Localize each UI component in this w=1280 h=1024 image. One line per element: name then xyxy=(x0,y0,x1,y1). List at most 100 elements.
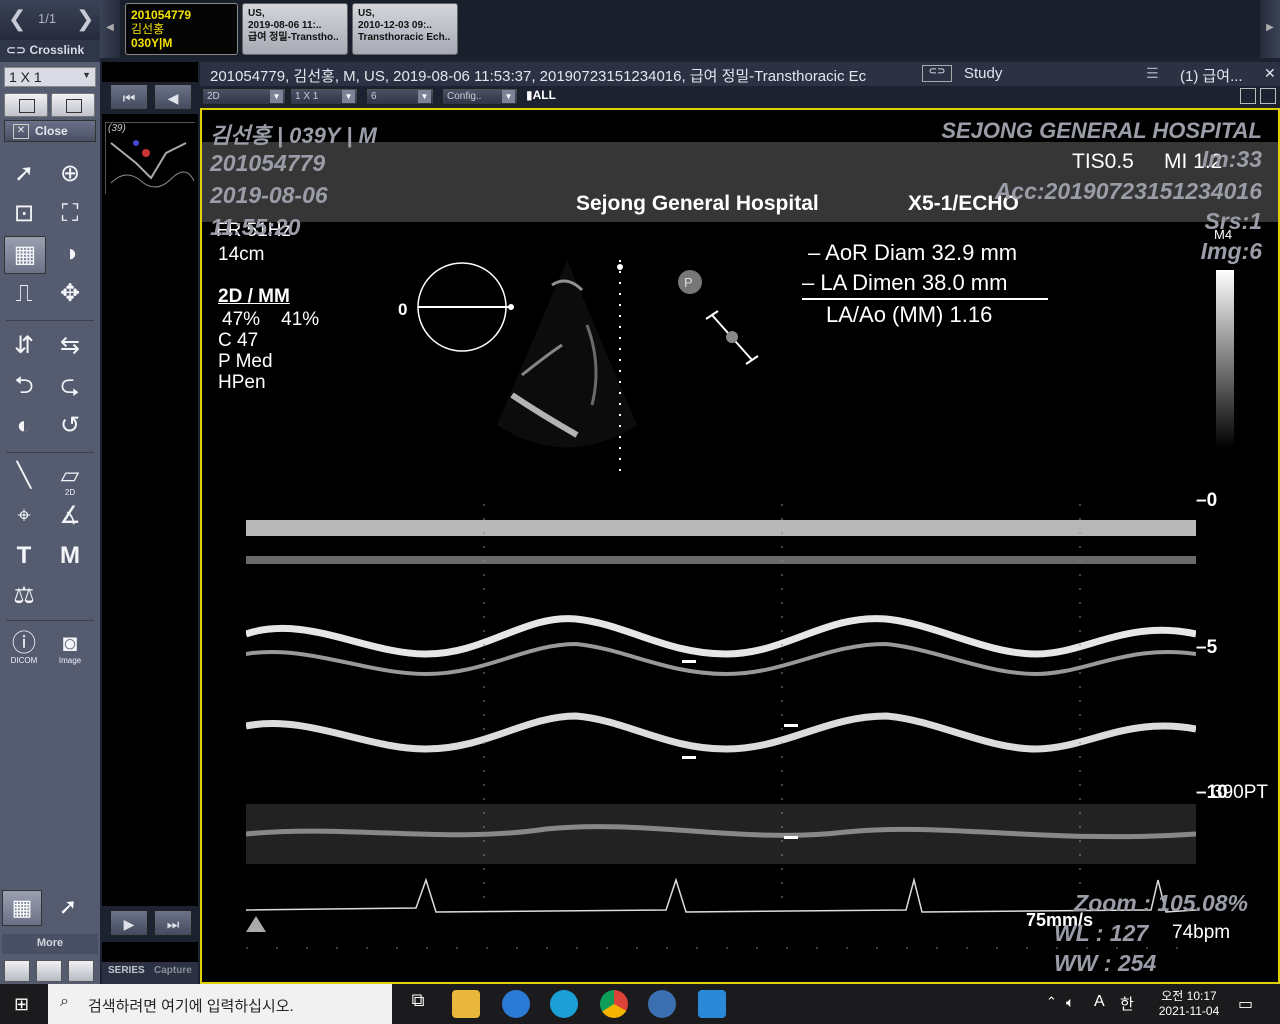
depth-scale: –0 –5 –10 390PT xyxy=(1192,490,1276,810)
pan-icon[interactable]: ✥ xyxy=(50,276,90,312)
exit-icon[interactable] xyxy=(68,960,94,982)
all-toggle[interactable]: ▮ALL xyxy=(526,88,556,102)
window-icon[interactable] xyxy=(1240,88,1256,104)
prev-page-icon[interactable]: ❮ xyxy=(8,6,26,32)
crosshair-icon[interactable]: ⌖ xyxy=(4,498,44,534)
mode-select[interactable]: 2D ▼ xyxy=(202,88,286,105)
line-measure-icon[interactable]: ╲ xyxy=(4,458,44,494)
scale-icon[interactable]: ⚖ xyxy=(4,578,44,614)
study-tab-2010[interactable]: US, 2010-12-03 09:.. Transthoracic Ech.. xyxy=(352,3,458,55)
taskbar-search[interactable]: ⌕ 검색하려면 여기에 입력하십시오. xyxy=(48,984,392,1024)
contrast-icon[interactable]: ◑ xyxy=(50,236,90,272)
layout-select[interactable]: 1 X 1 ▼ xyxy=(4,67,96,87)
ime-mode[interactable]: A xyxy=(1094,993,1105,1011)
minimize-icon[interactable] xyxy=(4,960,30,982)
mark-icon[interactable]: M xyxy=(50,538,90,574)
last-series-icon[interactable]: ⏭ xyxy=(154,910,192,936)
study-date: 2010-12-03 09:.. xyxy=(358,20,432,31)
notification-icon[interactable]: ▭ xyxy=(1238,994,1253,1014)
study-description: 급여 정밀-Transtho.. xyxy=(248,32,339,43)
overlay-time: 11:55:20 xyxy=(210,214,301,240)
cine-icon[interactable] xyxy=(1260,88,1276,104)
image-viewport[interactable]: P 0 김선홍 | 039Y | M 201054779 2019-08-06 … xyxy=(200,108,1280,984)
volume-icon[interactable]: 🔈︎ xyxy=(1066,994,1074,1011)
ie-icon[interactable] xyxy=(502,990,530,1018)
window-level-icon[interactable]: ▦ xyxy=(4,236,46,274)
pointer-icon[interactable]: ➚ xyxy=(4,156,44,192)
image-icon[interactable]: ⎍ xyxy=(4,276,44,312)
depth-tick-5: –5 xyxy=(1196,637,1218,658)
close-viewer-icon[interactable]: ✕ xyxy=(1264,65,1276,82)
link-icon[interactable]: ⊂⊃ xyxy=(922,65,952,82)
close-icon: ✕ xyxy=(13,124,29,139)
restore-icon[interactable] xyxy=(36,960,62,982)
menu-icon[interactable]: ☰ xyxy=(1146,65,1159,82)
tool-grid: ➚ ⊕ ⊡ ⛶ ▦ ◑ ⎍ ✥ ⇵ ⇆ ⮌ ⮎ ◐ ↺ ╲ ▱ 2D ⌖ ∡ T … xyxy=(2,148,98,678)
capture-tab[interactable]: Capture xyxy=(154,965,192,976)
rotate-right-icon[interactable]: ⮎ xyxy=(50,368,90,404)
viewport-layout-select[interactable]: 1 X 1 ▼ xyxy=(290,88,358,105)
overlay-accession: Acc:20190723151234016 xyxy=(994,178,1262,204)
select-tool-icon[interactable]: ➚ xyxy=(48,890,88,926)
measurement-aor: – AoR Diam 32.9 mm xyxy=(808,240,1018,265)
layout-tool-icon[interactable]: ▦ xyxy=(2,890,42,926)
study-info-text: 201054779, 김선홍, M, US, 2019-08-06 11:53:… xyxy=(210,68,867,85)
tabs-scroll-left-button[interactable]: ◀ xyxy=(100,0,120,58)
task-view-icon[interactable]: ⧉ xyxy=(404,990,432,1018)
tabs-scroll-right-button[interactable]: ▶ xyxy=(1260,0,1280,58)
first-series-icon[interactable]: ⏮ xyxy=(110,84,148,110)
file-explorer-icon[interactable] xyxy=(452,990,480,1018)
flip-vertical-icon[interactable]: ⇵ xyxy=(4,328,44,364)
gain-values: 47% 41% xyxy=(222,309,320,330)
reset-icon[interactable]: ↺ xyxy=(50,408,90,444)
next-page-icon[interactable]: ❯ xyxy=(76,6,94,32)
series-thumbnail[interactable]: (39) xyxy=(105,122,196,195)
ime-korean[interactable]: 한 xyxy=(1120,993,1134,1014)
chrome-icon[interactable] xyxy=(600,990,628,1018)
search-icon: ⌕ xyxy=(60,993,69,1010)
windows-start-icon[interactable]: ⊞ xyxy=(14,994,34,1014)
tis-value: TIS0.5 xyxy=(1072,150,1134,173)
config-select[interactable]: Config.. ▼ xyxy=(442,88,518,105)
magnify-box-icon[interactable]: ⊡ xyxy=(4,196,44,232)
rotate-left-icon[interactable]: ⮌ xyxy=(4,368,44,404)
next-series-icon[interactable]: ▶ xyxy=(110,910,148,936)
patient-id: 201054779 xyxy=(131,8,192,22)
angle-icon[interactable]: ∡ xyxy=(50,498,90,534)
series-selector[interactable]: (1) 급여... xyxy=(1180,65,1243,86)
ruler-2d-icon[interactable]: ▱ 2D xyxy=(50,458,90,497)
text-annotation-icon[interactable]: T xyxy=(4,538,44,574)
study-tab-2019[interactable]: US, 2019-08-06 11:.. 급여 정밀-Transtho.. xyxy=(242,3,348,55)
dicom-info-icon[interactable]: ⓘ DICOM xyxy=(4,626,44,665)
grid-view-button[interactable] xyxy=(51,93,95,117)
single-view-button[interactable] xyxy=(4,93,48,117)
crosslink-button[interactable]: ⊂⊃ Crosslink xyxy=(0,40,100,62)
zoom-icon[interactable]: ⊕ xyxy=(50,156,90,192)
compress-label: C 47 xyxy=(218,330,259,351)
crosslink-label: Crosslink xyxy=(29,43,85,57)
clock[interactable]: 오전 10:17 2021-11-04 xyxy=(1152,987,1226,1018)
invert-icon[interactable]: ◐ xyxy=(4,408,44,444)
close-button[interactable]: ✕ Close xyxy=(4,120,96,142)
count-select[interactable]: 6 ▼ xyxy=(366,88,434,105)
depth-label: 14cm xyxy=(218,244,265,265)
fit-window-icon[interactable]: ⛶ xyxy=(50,196,90,232)
windows-taskbar: ⊞ ⌕ 검색하려면 여기에 입력하십시오. ⧉ ⌃ 🔈︎ A 한 오전 10:1… xyxy=(0,984,1280,1024)
pacs-app-icon[interactable] xyxy=(648,990,676,1018)
photos-icon[interactable] xyxy=(698,990,726,1018)
prev-series-icon[interactable]: ◀ xyxy=(154,84,192,110)
edge-icon[interactable] xyxy=(550,990,578,1018)
more-button[interactable]: More xyxy=(2,934,98,954)
svg-text:P: P xyxy=(684,275,693,290)
map-label: M4 xyxy=(1214,227,1233,242)
thumbnail-nav-bottom: ▶ ⏭ xyxy=(102,906,198,942)
image-capture-icon[interactable]: ◙ Image xyxy=(50,626,90,665)
search-placeholder: 검색하려면 여기에 입력하십시오. xyxy=(88,998,294,1015)
study-tab-patient[interactable]: 201054779 김선홍 030Y|M xyxy=(125,3,238,55)
overlay-zoom: Zoom : 105.08% xyxy=(1074,890,1248,916)
overlay-hospital: SEJONG GENERAL HOSPITAL xyxy=(941,118,1262,143)
flip-horizontal-icon[interactable]: ⇆ xyxy=(50,328,90,364)
series-tab[interactable]: SERIES xyxy=(108,965,145,976)
heart-rate: 74bpm xyxy=(1172,922,1231,943)
tray-chevron-icon[interactable]: ⌃ xyxy=(1046,994,1057,1010)
